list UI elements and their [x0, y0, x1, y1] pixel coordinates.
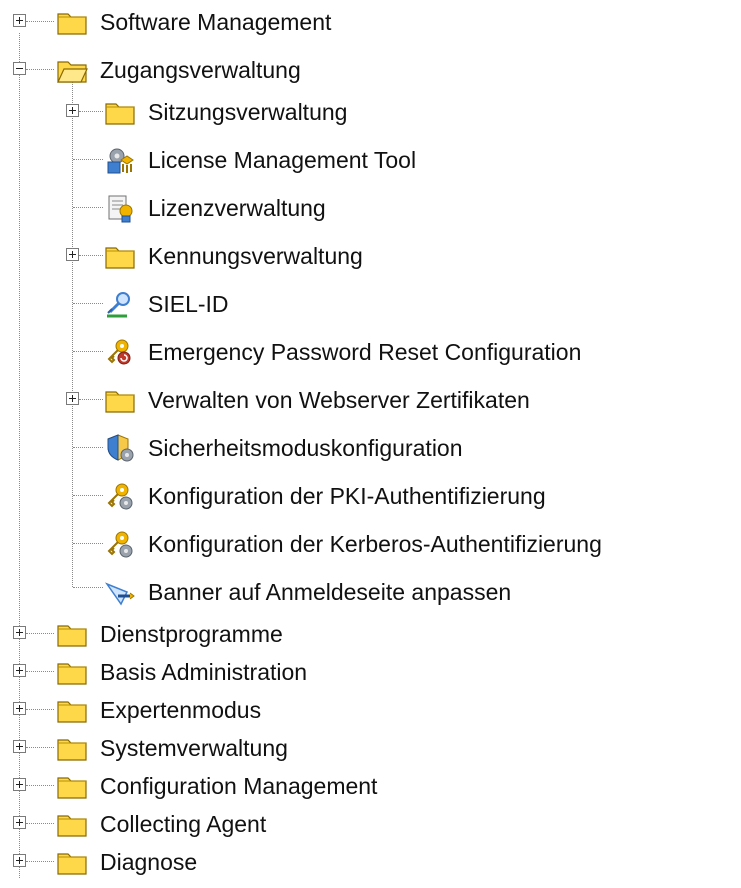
tree-item-configuration-management[interactable]: Configuration Management [0, 766, 480, 806]
tree-item-systemverwaltung[interactable]: Systemverwaltung [0, 728, 400, 768]
tree-item-label: Konfiguration der PKI-Authentifizierung [148, 483, 546, 509]
key-reset-icon [107, 339, 131, 365]
folder-open-icon [57, 61, 88, 83]
tree-connector [26, 823, 54, 824]
tree-connector [73, 351, 103, 352]
tree-item-diagnose[interactable]: Diagnose [0, 842, 400, 882]
tree-connector [26, 633, 54, 634]
folder-icon [105, 391, 135, 413]
expand-toggle[interactable] [13, 626, 26, 639]
tree-connector [26, 69, 54, 70]
folder-icon [105, 247, 135, 269]
expand-toggle[interactable] [66, 248, 79, 261]
tree-item-basis-administration[interactable]: Basis Administration [0, 652, 400, 692]
key-gear-icon [107, 483, 133, 510]
expand-toggle[interactable] [13, 702, 26, 715]
key-gear-icon [107, 531, 133, 558]
tree-connector [73, 447, 103, 448]
license-certificate-icon [108, 195, 133, 223]
tree-item-kerberos-authentifizierung[interactable]: Konfiguration der Kerberos-Authentifizie… [0, 524, 741, 564]
tree-item-label: Collecting Agent [100, 811, 267, 837]
tree-connector [79, 255, 103, 256]
tree-connector [26, 861, 54, 862]
tree-item-label: Basis Administration [100, 659, 308, 685]
tree-connector [26, 785, 54, 786]
tree-item-label: License Management Tool [148, 147, 417, 173]
tree-connector [73, 587, 103, 588]
tree-item-label: Kennungsverwaltung [148, 243, 363, 269]
tree-item-label: Emergency Password Reset Configuration [148, 339, 582, 365]
expand-toggle[interactable] [13, 664, 26, 677]
tree-item-label: Sitzungsverwaltung [148, 99, 348, 125]
tree-connector [73, 159, 103, 160]
banner-edit-icon [104, 582, 135, 606]
tree-connector [79, 399, 103, 400]
tree-connector [26, 709, 54, 710]
tree-item-sicherheitsmoduskonfiguration[interactable]: Sicherheitsmoduskonfiguration [0, 428, 600, 468]
tree-view: Software Management Zugangsverwaltung Si… [0, 0, 741, 888]
tree-connector [73, 543, 103, 544]
tree-item-label: Configuration Management [100, 773, 378, 799]
tree-item-label: Konfiguration der Kerberos-Authentifizie… [148, 531, 602, 557]
expand-toggle[interactable] [66, 104, 79, 117]
shield-gear-icon [107, 434, 134, 462]
tree-item-label: Zugangsverwaltung [100, 57, 301, 83]
tree-item-label: Diagnose [100, 849, 198, 875]
expand-toggle[interactable] [13, 854, 26, 867]
tree-connector [73, 303, 103, 304]
tree-item-label: Systemverwaltung [100, 735, 288, 761]
folder-icon [57, 853, 87, 875]
tree-item-label: Expertenmodus [100, 697, 262, 723]
folder-icon [57, 701, 87, 723]
tree-item-license-management-tool[interactable]: License Management Tool [0, 140, 520, 180]
tree-connector [26, 21, 54, 22]
tree-item-webserver-zertifikate[interactable]: Verwalten von Webserver Zertifikaten [0, 380, 680, 420]
tree-item-pki-authentifizierung[interactable]: Konfiguration der PKI-Authentifizierung [0, 476, 700, 516]
collapse-toggle[interactable] [13, 62, 26, 75]
tree-item-expertenmodus[interactable]: Expertenmodus [0, 690, 400, 730]
tree-item-collecting-agent[interactable]: Collecting Agent [0, 804, 400, 844]
tree-connector [26, 747, 54, 748]
tree-item-software-management[interactable]: Software Management [0, 2, 400, 42]
tree-item-label: Verwalten von Webserver Zertifikaten [148, 387, 530, 413]
tree-item-banner-anpassen[interactable]: Banner auf Anmeldeseite anpassen [0, 572, 660, 612]
tree-item-label: SIEL-ID [148, 291, 229, 317]
tree-item-sitzungsverwaltung[interactable]: Sitzungsverwaltung [0, 92, 440, 132]
tree-item-siel-id[interactable]: SIEL-ID [0, 284, 300, 324]
license-tool-icon [107, 148, 134, 174]
folder-icon [105, 103, 135, 125]
tree-item-label: Lizenzverwaltung [148, 195, 326, 221]
folder-icon [57, 625, 87, 647]
tree-connector [26, 671, 54, 672]
expand-toggle[interactable] [13, 740, 26, 753]
tree-item-label: Sicherheitsmoduskonfiguration [148, 435, 463, 461]
tree-item-emergency-password-reset[interactable]: Emergency Password Reset Configuration [0, 332, 741, 372]
user-id-icon [107, 292, 130, 318]
tree-item-kennungsverwaltung[interactable]: Kennungsverwaltung [0, 236, 440, 276]
expand-toggle[interactable] [13, 14, 26, 27]
expand-toggle[interactable] [13, 778, 26, 791]
tree-item-label: Software Management [100, 9, 332, 35]
tree-item-lizenzverwaltung[interactable]: Lizenzverwaltung [0, 188, 420, 228]
expand-toggle[interactable] [13, 816, 26, 829]
tree-connector [73, 207, 103, 208]
tree-item-label: Banner auf Anmeldeseite anpassen [148, 579, 512, 605]
tree-connector [79, 111, 103, 112]
folder-icon [57, 777, 87, 799]
tree-item-dienstprogramme[interactable]: Dienstprogramme [0, 614, 400, 654]
folder-icon [57, 663, 87, 685]
tree-item-label: Dienstprogramme [100, 621, 283, 647]
folder-icon [57, 739, 87, 761]
expand-toggle[interactable] [66, 392, 79, 405]
tree-connector [73, 495, 103, 496]
folder-icon [57, 815, 87, 837]
tree-item-zugangsverwaltung[interactable]: Zugangsverwaltung [0, 50, 400, 90]
folder-icon [57, 13, 87, 35]
